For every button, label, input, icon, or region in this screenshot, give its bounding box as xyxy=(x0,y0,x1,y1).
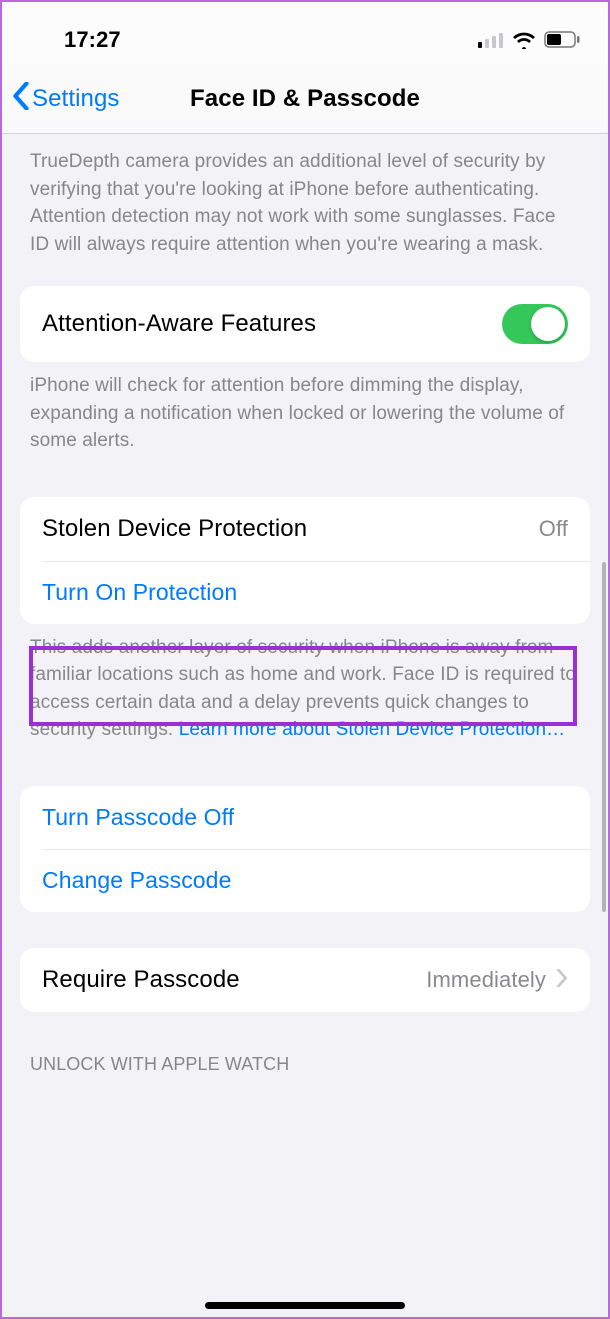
require-passcode-group: Require Passcode Immediately xyxy=(20,948,590,1012)
home-indicator[interactable] xyxy=(205,1302,405,1309)
back-button[interactable]: Settings xyxy=(2,64,120,133)
stolen-device-group: Stolen Device Protection Off Turn On Pro… xyxy=(20,497,590,624)
stolen-device-status-row: Stolen Device Protection Off xyxy=(20,497,590,561)
passcode-actions-group: Turn Passcode Off Change Passcode xyxy=(20,786,590,912)
change-passcode-button[interactable]: Change Passcode xyxy=(20,849,590,912)
chevron-left-icon xyxy=(12,82,30,116)
wifi-icon xyxy=(512,31,536,49)
back-label: Settings xyxy=(32,85,120,113)
attention-aware-toggle[interactable] xyxy=(502,304,568,344)
require-passcode-row[interactable]: Require Passcode Immediately xyxy=(20,948,590,1012)
attention-aware-group: Attention-Aware Features xyxy=(20,286,590,362)
require-passcode-label: Require Passcode xyxy=(42,966,426,994)
status-bar: 17:27 xyxy=(2,2,608,64)
battery-icon xyxy=(544,31,580,49)
chevron-right-icon xyxy=(556,967,568,993)
truedepth-footer-text: TrueDepth camera provides an additional … xyxy=(2,134,608,286)
turn-passcode-off-button[interactable]: Turn Passcode Off xyxy=(20,786,590,849)
turn-on-protection-button[interactable]: Turn On Protection xyxy=(20,561,590,624)
turn-on-protection-label: Turn On Protection xyxy=(42,579,237,606)
scrollbar[interactable] xyxy=(602,562,606,912)
status-icons xyxy=(478,17,580,49)
learn-more-link[interactable]: Learn more about Stolen Device Protectio… xyxy=(179,719,566,740)
content-scroll[interactable]: TrueDepth camera provides an additional … xyxy=(2,134,608,1317)
status-time: 17:27 xyxy=(2,13,121,53)
nav-bar: Settings Face ID & Passcode xyxy=(2,64,608,134)
cellular-signal-icon xyxy=(478,32,504,48)
attention-aware-row[interactable]: Attention-Aware Features xyxy=(20,286,590,362)
stolen-device-title: Stolen Device Protection xyxy=(42,515,539,543)
attention-aware-label: Attention-Aware Features xyxy=(42,310,502,338)
attention-aware-footer: iPhone will check for attention before d… xyxy=(2,362,608,469)
stolen-device-value: Off xyxy=(539,516,568,542)
require-passcode-value: Immediately xyxy=(426,967,546,993)
unlock-watch-header: UNLOCK WITH APPLE WATCH xyxy=(2,1012,608,1083)
stolen-device-footer: This adds another layer of security when… xyxy=(2,624,608,758)
